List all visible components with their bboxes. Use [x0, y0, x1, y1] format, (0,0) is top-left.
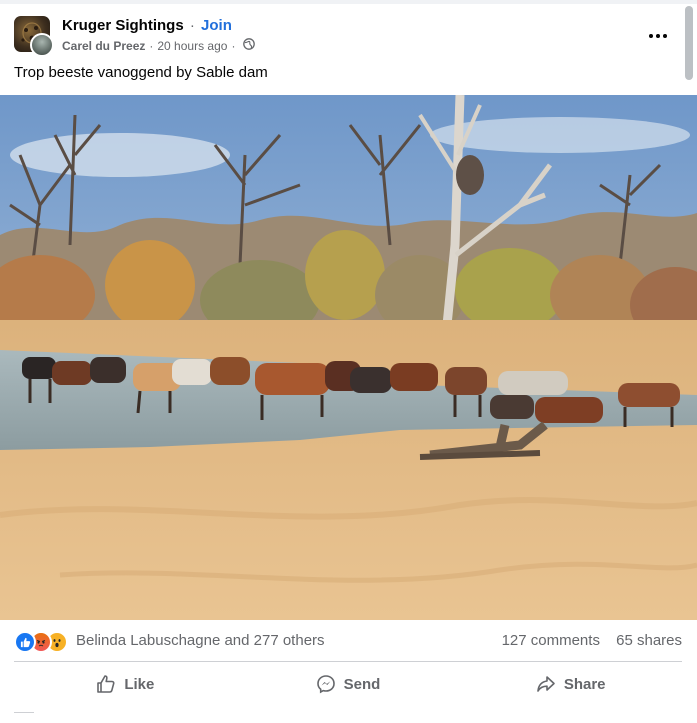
more-horizontal-icon [649, 34, 667, 38]
next-section-edge [0, 712, 697, 723]
post-header: Kruger Sightings · Join Carel du Preez ·… [14, 16, 674, 57]
thumbs-up-icon [97, 675, 115, 693]
globe-icon[interactable] [243, 38, 256, 53]
join-button[interactable]: Join [201, 17, 232, 34]
comments-count[interactable]: 127 comments [502, 632, 600, 649]
cattle-at-dam-photo [0, 95, 697, 620]
author-name-link[interactable]: Carel du Preez [62, 39, 145, 53]
post-card: Kruger Sightings · Join Carel du Preez ·… [0, 0, 697, 723]
share-arrow-icon [537, 676, 555, 692]
next-divider [14, 712, 34, 719]
scrollbar-thumb[interactable] [685, 6, 693, 80]
meta-separator: · [149, 38, 154, 53]
group-title-line: Kruger Sightings · Join [62, 17, 232, 34]
post-meta-line: Carel du Preez · 20 hours ago · [62, 38, 256, 53]
share-button[interactable]: Share [459, 665, 682, 703]
share-label: Share [563, 675, 606, 693]
shares-count[interactable]: 65 shares [616, 632, 682, 649]
like-label: Like [124, 675, 155, 693]
post-stats: Belinda Labuschagne and 277 others 127 c… [14, 630, 682, 653]
engagement-counts: 127 comments 65 shares [502, 632, 682, 649]
group-name-link[interactable]: Kruger Sightings [62, 17, 184, 34]
post-timestamp[interactable]: 20 hours ago [157, 39, 227, 53]
send-button[interactable]: Send [237, 665, 460, 703]
messenger-icon [316, 675, 335, 694]
post-actions: Like Send Share [14, 665, 682, 703]
post-photo[interactable] [0, 95, 697, 620]
send-label: Send [343, 675, 381, 693]
actions-divider [14, 661, 682, 662]
meta-separator-2: · [231, 38, 236, 53]
more-options-button[interactable] [642, 20, 674, 52]
avatar-group[interactable] [14, 16, 54, 57]
author-avatar[interactable] [30, 33, 54, 57]
reaction-icons[interactable] [14, 631, 72, 653]
separator-dot: · [189, 17, 195, 34]
top-edge [0, 0, 697, 4]
like-button[interactable]: Like [14, 665, 237, 703]
post-caption: Trop beeste vanoggend by Sable dam [14, 64, 268, 81]
reactors-text[interactable]: Belinda Labuschagne and 277 others [76, 632, 325, 649]
like-icon [14, 631, 36, 653]
